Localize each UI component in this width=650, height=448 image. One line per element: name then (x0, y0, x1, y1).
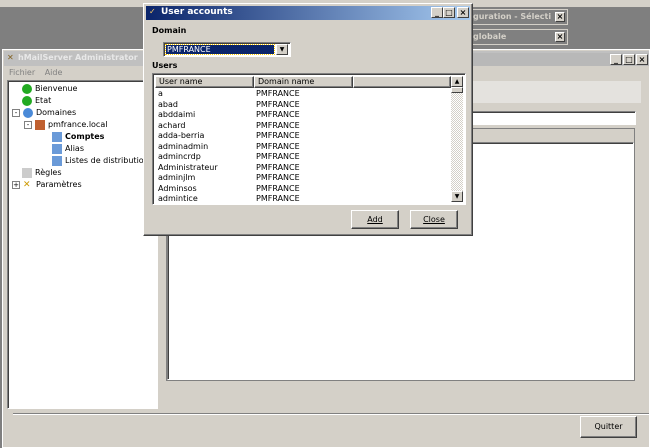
user-cell: Adminsos (158, 183, 197, 193)
scrollbar[interactable]: ▲ ▼ (451, 76, 463, 202)
list-header: User name Domain name (155, 76, 451, 88)
user-cell: admincrdp (158, 152, 201, 161)
user-cell: a (158, 89, 163, 98)
column-empty (353, 76, 451, 88)
tree-parametres[interactable]: + ✕ Paramètres (12, 179, 82, 190)
user-cell: achard (158, 120, 186, 130)
tree-domain[interactable]: - pmfrance.local (24, 119, 107, 130)
user-row[interactable]: abddaimi PMFRANCE (155, 110, 451, 121)
minimize-button[interactable]: _ (431, 7, 443, 18)
tree-listes[interactable]: Listes de distribution (52, 155, 149, 166)
domain-select[interactable]: PMFRANCE ▼ (163, 42, 291, 57)
domain-cell: PMFRANCE (256, 173, 300, 182)
app-icon: ✕ (7, 53, 14, 62)
domain-cell: PMFRANCE (256, 99, 300, 109)
domain-cell: PMFRANCE (256, 183, 300, 193)
dialog-title-bar: ✓ User accounts _ □ × (146, 6, 470, 20)
user-row[interactable]: abad PMFRANCE (155, 100, 451, 111)
user-row[interactable]: achard PMFRANCE (155, 121, 451, 132)
add-button[interactable]: Add (351, 210, 399, 229)
scroll-down-icon[interactable]: ▼ (451, 191, 463, 202)
users-icon (52, 143, 62, 154)
close-button[interactable]: × (636, 54, 648, 65)
close-icon[interactable]: × (555, 12, 565, 22)
user-row[interactable]: adminjlm PMFRANCE (155, 173, 451, 184)
expand-icon[interactable]: + (12, 180, 20, 189)
tree-bienvenue[interactable]: Bienvenue (22, 83, 77, 94)
globe-icon (23, 107, 33, 118)
domain-cell: PMFRANCE (256, 120, 300, 130)
bg-window-1[interactable]: guration - Sélecti × (460, 9, 568, 25)
tools-icon: ✕ (23, 179, 31, 190)
bg-window-2[interactable]: globale × (460, 29, 568, 45)
user-cell: adminjlm (158, 173, 196, 182)
users-icon (52, 131, 62, 142)
user-cell: adda-berria (158, 131, 205, 140)
user-row[interactable]: Adminsos PMFRANCE (155, 184, 451, 195)
tree-view[interactable]: Bienvenue Etat - Domaines - pmfrance.local… (7, 80, 158, 409)
tree-comptes[interactable]: Comptes (52, 131, 104, 142)
users-label: Users (152, 61, 178, 70)
user-row[interactable]: admintice PMFRANCE (155, 194, 451, 204)
tree-etat[interactable]: Etat (22, 95, 51, 106)
close-button[interactable]: × (457, 7, 469, 18)
tree-domaines[interactable]: - Domaines (12, 107, 76, 118)
maximize-button[interactable]: □ (623, 54, 635, 65)
domain-cell: PMFRANCE (256, 152, 300, 161)
domain-cell: PMFRANCE (256, 162, 300, 172)
bg-window-title: globale (473, 32, 507, 41)
user-cell: admintice (158, 194, 198, 203)
menu-bar: Fichier Aide (9, 68, 62, 77)
domain-cell: PMFRANCE (256, 89, 300, 98)
house-icon (35, 119, 45, 130)
collapse-icon[interactable]: - (12, 108, 20, 117)
tree-regles[interactable]: Règles (22, 167, 62, 178)
dialog-title: User accounts (161, 7, 233, 17)
close-dialog-button[interactable]: Close (410, 210, 458, 229)
domain-cell: PMFRANCE (256, 110, 300, 119)
users-rows: a PMFRANCE abad PMFRANCE abddaimi PMFRANCE ach… (155, 89, 451, 204)
domain-cell: PMFRANCE (256, 141, 300, 151)
scroll-thumb[interactable] (451, 87, 463, 93)
domain-value: PMFRANCE (165, 44, 275, 55)
close-icon[interactable]: × (555, 32, 565, 42)
app-icon: ✓ (149, 7, 156, 16)
menu-fichier[interactable]: Fichier (9, 68, 35, 77)
user-accounts-dialog: ✓ User accounts _ □ × Domain PMFRANCE ▼ … (143, 3, 473, 236)
scroll-up-icon[interactable]: ▲ (451, 76, 463, 87)
rules-icon (22, 167, 32, 178)
domain-label: Domain (152, 26, 187, 35)
quit-button[interactable]: Quitter (580, 416, 637, 438)
chevron-down-icon[interactable]: ▼ (276, 44, 288, 55)
user-row[interactable]: a PMFRANCE (155, 89, 451, 100)
user-cell: Administrateur (158, 162, 218, 172)
main-title: hMailServer Administrator (18, 53, 138, 62)
user-row[interactable]: adda-berria PMFRANCE (155, 131, 451, 142)
separator (13, 413, 649, 415)
user-row[interactable]: admincrdp PMFRANCE (155, 152, 451, 163)
arrow-icon (22, 83, 32, 94)
user-cell: abad (158, 99, 178, 109)
users-list[interactable]: User name Domain name a PMFRANCE abad PMFRA… (152, 73, 466, 205)
bg-window-title: guration - Sélecti (473, 12, 552, 21)
tree-alias[interactable]: Alias (52, 143, 84, 154)
user-row[interactable]: adminadmin PMFRANCE (155, 142, 451, 153)
column-user-name[interactable]: User name (155, 76, 254, 88)
domain-cell: PMFRANCE (256, 131, 300, 140)
user-cell: abddaimi (158, 110, 196, 119)
collapse-icon[interactable]: - (24, 120, 32, 129)
user-row[interactable]: Administrateur PMFRANCE (155, 163, 451, 174)
menu-aide[interactable]: Aide (45, 68, 63, 77)
arrow-icon (22, 95, 32, 106)
domain-cell: PMFRANCE (256, 194, 300, 203)
column-domain-name[interactable]: Domain name (254, 76, 353, 88)
minimize-button[interactable]: _ (610, 54, 622, 65)
users-icon (52, 155, 62, 166)
maximize-button[interactable]: □ (443, 7, 455, 18)
user-cell: adminadmin (158, 141, 209, 151)
